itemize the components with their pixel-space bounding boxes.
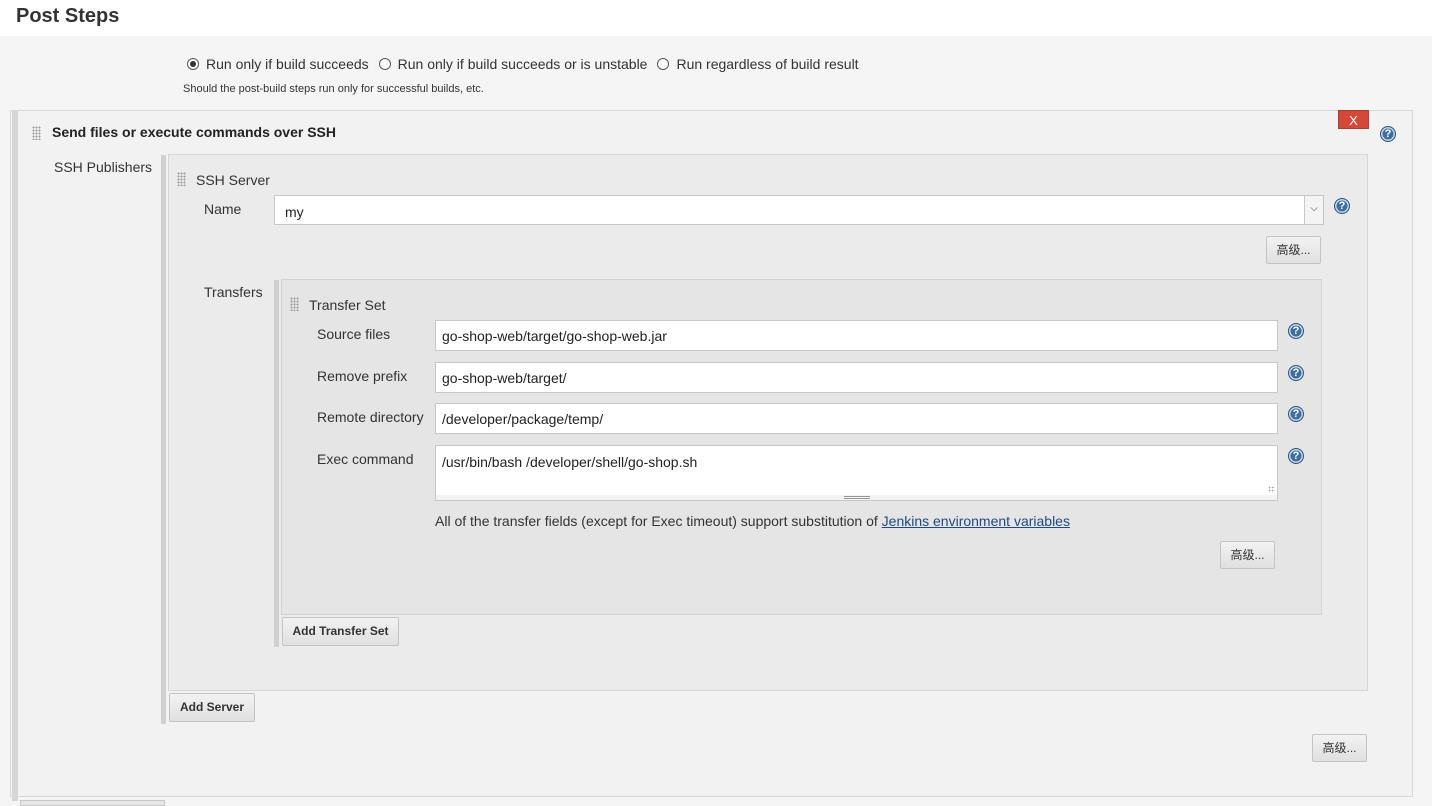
help-icon[interactable]: ? bbox=[1334, 198, 1350, 214]
substitution-note: All of the transfer fields (except for E… bbox=[435, 513, 1070, 529]
radio-label: Run only if build succeeds or is unstabl… bbox=[397, 56, 648, 72]
drag-grip-icon[interactable] bbox=[844, 496, 870, 499]
radio-run-if-succeeds[interactable]: Run only if build succeeds bbox=[187, 56, 369, 72]
transfer-advanced-button[interactable]: 高级... bbox=[1220, 541, 1275, 569]
bottom-tab-edge bbox=[20, 800, 165, 806]
add-server-button[interactable]: Add Server bbox=[169, 693, 255, 722]
substitution-note-text: All of the transfer fields (except for E… bbox=[435, 513, 882, 529]
resize-grip-icon[interactable] bbox=[1268, 486, 1275, 493]
textarea-expand-bar[interactable] bbox=[435, 495, 1278, 501]
name-label: Name bbox=[204, 201, 242, 217]
radio-label: Run regardless of build result bbox=[676, 56, 859, 72]
ssh-publishers-label: SSH Publishers bbox=[54, 159, 153, 175]
radio-unchecked-icon[interactable] bbox=[657, 58, 670, 70]
remove-prefix-label: Remove prefix bbox=[317, 368, 408, 384]
radio-label: Run only if build succeeds bbox=[206, 56, 369, 72]
transfers-label: Transfers bbox=[204, 284, 263, 300]
run-condition-hint: Should the post-build steps run only for… bbox=[183, 83, 484, 95]
exec-command-value: /usr/bin/bash /developer/shell/go-shop.s… bbox=[442, 454, 698, 470]
radio-run-if-succeeds-or-unstable[interactable]: Run only if build succeeds or is unstabl… bbox=[378, 56, 648, 72]
exec-command-textarea[interactable]: /usr/bin/bash /developer/shell/go-shop.s… bbox=[435, 445, 1278, 496]
radio-unchecked-icon[interactable] bbox=[378, 58, 391, 70]
help-icon[interactable]: ? bbox=[1288, 323, 1304, 339]
publisher-title: Send files or execute commands over SSH bbox=[52, 124, 336, 140]
exec-command-label: Exec command bbox=[317, 451, 414, 467]
publisher-left-bar bbox=[12, 111, 18, 801]
server-name-select[interactable]: my ⌵ bbox=[274, 195, 1324, 225]
source-files-label: Source files bbox=[317, 326, 391, 342]
run-condition-group: Run only if build succeeds Run only if b… bbox=[187, 54, 869, 74]
help-icon[interactable]: ? bbox=[1288, 406, 1304, 422]
drag-handle-icon[interactable] bbox=[32, 126, 41, 140]
chevron-down-icon[interactable]: ⌵ bbox=[1304, 196, 1323, 224]
ssh-server-header: SSH Server bbox=[196, 172, 270, 188]
server-left-bar bbox=[161, 155, 166, 724]
drag-handle-icon[interactable] bbox=[177, 172, 186, 186]
remote-directory-input[interactable]: /developer/package/temp/ bbox=[435, 403, 1278, 434]
transfer-left-bar bbox=[274, 280, 279, 647]
remove-prefix-input[interactable]: go-shop-web/target/ bbox=[435, 362, 1278, 393]
server-advanced-button[interactable]: 高级... bbox=[1266, 236, 1321, 264]
transfer-set-header: Transfer Set bbox=[309, 297, 386, 313]
help-icon[interactable]: ? bbox=[1288, 448, 1304, 464]
help-icon[interactable]: ? bbox=[1288, 365, 1304, 381]
delete-step-button[interactable]: X bbox=[1338, 110, 1369, 129]
radio-run-regardless[interactable]: Run regardless of build result bbox=[657, 56, 859, 72]
add-transfer-set-button[interactable]: Add Transfer Set bbox=[282, 617, 399, 646]
drag-handle-icon[interactable] bbox=[290, 297, 299, 311]
publisher-advanced-button[interactable]: 高级... bbox=[1312, 734, 1367, 762]
jenkins-env-vars-link[interactable]: Jenkins environment variables bbox=[882, 513, 1070, 529]
section-title: Post Steps bbox=[16, 5, 120, 27]
radio-checked-icon[interactable] bbox=[187, 58, 199, 70]
help-icon[interactable]: ? bbox=[1380, 126, 1396, 142]
server-name-value: my bbox=[285, 204, 304, 220]
source-files-input[interactable]: go-shop-web/target/go-shop-web.jar bbox=[435, 320, 1278, 351]
remote-directory-label: Remote directory bbox=[317, 409, 424, 425]
